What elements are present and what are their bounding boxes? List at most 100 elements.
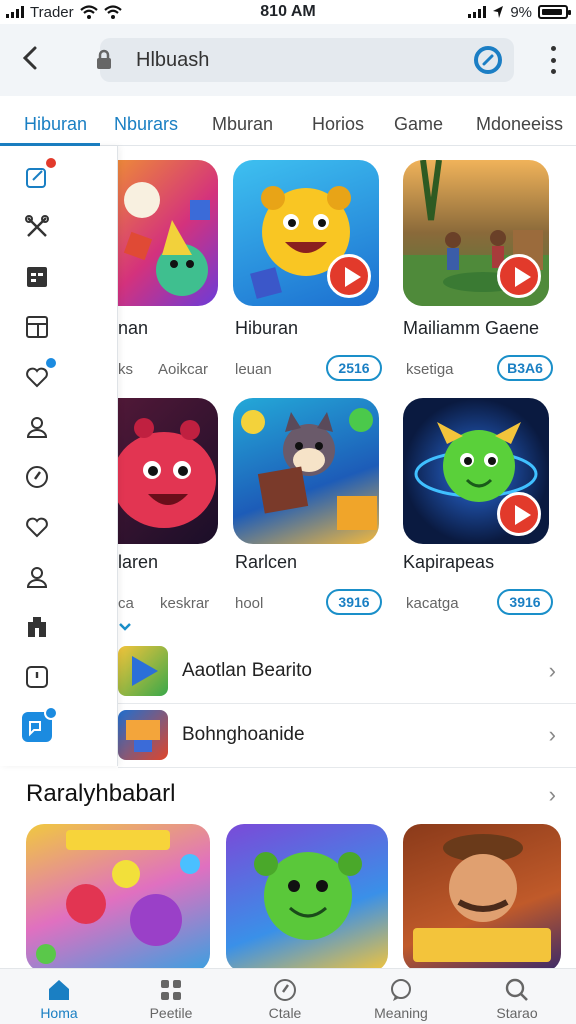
- chevron-down-icon[interactable]: [118, 622, 132, 632]
- nav-ctale[interactable]: Ctale: [240, 973, 330, 1023]
- section-more-button[interactable]: ›: [549, 782, 556, 808]
- compass-icon: [26, 466, 48, 488]
- tab-mdoneeiss[interactable]: Mdoneeiss: [476, 114, 563, 135]
- featured-tile-1[interactable]: [26, 824, 210, 972]
- notification-badge: [44, 156, 58, 170]
- user-icon: [26, 417, 48, 438]
- tab-hiburan[interactable]: Hiburan: [24, 114, 87, 135]
- list-item[interactable]: Aaotlan Bearito ›: [118, 640, 576, 704]
- grid-icon: [161, 980, 181, 1000]
- location-icon: [493, 6, 504, 18]
- refresh-button[interactable]: [474, 46, 502, 74]
- play-icon: [497, 492, 541, 536]
- drawer-item-user[interactable]: [22, 412, 52, 442]
- play-icon: [327, 254, 371, 298]
- app-pill-5[interactable]: 3916: [326, 589, 382, 615]
- section-title: Raralyhbabarl: [26, 780, 176, 807]
- app-meta-1a: ks: [118, 361, 133, 378]
- battery-icon: [538, 5, 571, 19]
- app-meta-3: ksetiga: [406, 361, 454, 378]
- nav-home-label: Homa: [40, 1005, 78, 1021]
- list-item-label: Bohnghoanide: [182, 724, 305, 745]
- app-title-2: Hiburan: [235, 318, 299, 338]
- app-title-3: Mailiamm Gaene: [403, 318, 540, 338]
- drawer-item-layout[interactable]: [22, 312, 52, 342]
- side-drawer: [0, 146, 118, 766]
- app-tile-6[interactable]: [403, 398, 549, 544]
- drawer-item-building[interactable]: [22, 612, 52, 642]
- featured-art-2: [254, 852, 362, 940]
- nav-starao[interactable]: Starao: [472, 973, 562, 1023]
- search-input[interactable]: [136, 48, 466, 72]
- tab-nburars[interactable]: Nburars: [114, 114, 178, 135]
- drawer-item-profile[interactable]: [22, 562, 52, 592]
- app-title-5: Rarlcen: [235, 552, 298, 572]
- app-title-4: laren: [118, 552, 159, 572]
- calendar-icon: [27, 267, 47, 287]
- drawer-item-compass[interactable]: [22, 462, 52, 492]
- drawer-item-tools[interactable]: [22, 212, 52, 242]
- featured-tile-3[interactable]: [403, 824, 561, 972]
- app-meta-2: leuan: [235, 361, 272, 378]
- app-meta-5: hool: [235, 595, 264, 612]
- layout-icon: [26, 316, 48, 338]
- featured-art-1: [36, 830, 200, 964]
- clock-icon: [26, 666, 48, 688]
- app-title-1: nan: [118, 318, 149, 338]
- bottom-nav: Homa Peetile Ctale Meaning Starao: [0, 968, 576, 1024]
- app-tile-2[interactable]: [233, 160, 379, 306]
- heart-icon: [26, 517, 48, 538]
- app-pill-6[interactable]: 3916: [497, 589, 553, 615]
- app-pill-2[interactable]: 2516: [326, 355, 382, 381]
- app-title-6: Kapirapeas: [403, 552, 495, 572]
- app-pill-3[interactable]: B3A6: [497, 355, 553, 381]
- app-meta-1b: Aoikcar: [158, 361, 209, 378]
- lock-icon: [97, 49, 111, 69]
- refresh-icon: [482, 54, 494, 66]
- drawer-item-history[interactable]: [22, 662, 52, 692]
- nav-home[interactable]: Homa: [14, 973, 104, 1023]
- app-meta-4b: keskrar: [160, 595, 210, 612]
- status-bar: Trader 810 AM 9%: [0, 0, 576, 24]
- drawer-item-edit[interactable]: [22, 156, 58, 192]
- app-tile-3[interactable]: [403, 160, 549, 306]
- battery-percent: 9%: [510, 3, 532, 21]
- tab-horios[interactable]: Horios: [312, 114, 364, 135]
- nav-peetile-label: Peetile: [149, 1005, 193, 1021]
- home-icon: [49, 980, 69, 1000]
- notification-badge: [44, 356, 58, 370]
- nav-meaning[interactable]: Meaning: [356, 973, 446, 1023]
- notification-badge: [44, 706, 58, 720]
- chevron-left-icon: [22, 46, 37, 70]
- app-tile-5[interactable]: [233, 398, 379, 544]
- arrow-game-icon: [118, 646, 168, 696]
- nav-ctale-label: Ctale: [268, 1005, 302, 1021]
- nav-peetile[interactable]: Peetile: [126, 973, 216, 1023]
- profile-icon: [26, 567, 48, 588]
- drawer-item-chat[interactable]: [22, 706, 58, 742]
- list-item[interactable]: Bohnghoanide ›: [118, 704, 576, 768]
- featured-tile-2[interactable]: [226, 824, 388, 972]
- search-header: [0, 24, 576, 96]
- chat-bubble-icon: [391, 979, 411, 1001]
- search-bar[interactable]: [97, 38, 514, 82]
- tab-mburan[interactable]: Mburan: [212, 114, 273, 135]
- nav-starao-label: Starao: [496, 1005, 538, 1021]
- chevron-right-icon: ›: [548, 722, 556, 747]
- play-icon: [497, 254, 541, 298]
- tab-game[interactable]: Game: [394, 114, 443, 135]
- back-button[interactable]: [14, 42, 46, 74]
- puzzle-game-icon: [118, 710, 168, 760]
- app-meta-4a: ca: [118, 595, 134, 612]
- app-meta-6: kacatga: [406, 595, 459, 612]
- drawer-item-likes[interactable]: [22, 512, 52, 542]
- drawer-item-calendar[interactable]: [22, 262, 52, 292]
- chevron-right-icon: ›: [548, 658, 556, 683]
- search-icon: [505, 978, 528, 1001]
- list-item-label: Aaotlan Bearito: [182, 660, 312, 681]
- building-icon: [28, 617, 46, 637]
- nav-meaning-label: Meaning: [374, 1005, 428, 1021]
- kebab-menu-button[interactable]: [548, 46, 558, 74]
- drawer-item-favorites[interactable]: [22, 356, 58, 392]
- featured-art-3: [413, 834, 551, 962]
